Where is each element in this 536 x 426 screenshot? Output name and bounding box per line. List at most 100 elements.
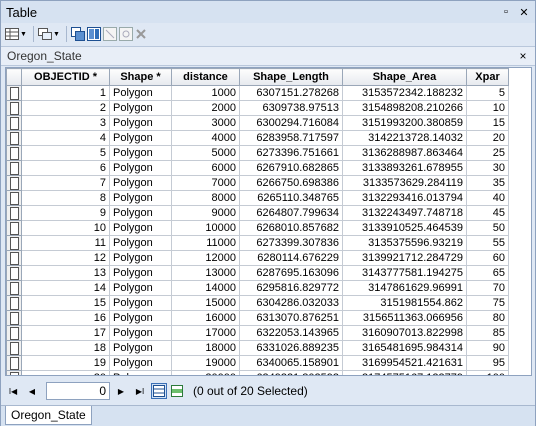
table-cell[interactable]: 3133573629.284119 bbox=[342, 175, 467, 191]
table-cell[interactable]: 6264807.799634 bbox=[239, 205, 343, 221]
table-cell[interactable]: 7000 bbox=[171, 175, 240, 191]
table-row[interactable]: 10 Polygon 10000 6268010.857682 3133910525.4… bbox=[6, 220, 509, 236]
row-selector[interactable] bbox=[6, 250, 22, 266]
table-cell[interactable]: 16000 bbox=[171, 310, 240, 326]
table-row[interactable]: 7 Polygon 7000 6266750.698386 3133573629.284… bbox=[6, 175, 509, 191]
table-cell[interactable]: 6349321.802593 bbox=[239, 370, 343, 375]
row-selector-header[interactable] bbox=[6, 68, 22, 86]
table-cell[interactable]: Polygon bbox=[109, 310, 172, 326]
row-selector[interactable] bbox=[6, 265, 22, 281]
table-cell[interactable]: 9 bbox=[21, 205, 110, 221]
table-cell[interactable]: Polygon bbox=[109, 295, 172, 311]
row-selector[interactable] bbox=[6, 355, 22, 371]
table-cell[interactable]: 3174575167.123779 bbox=[342, 370, 467, 375]
table-cell[interactable]: 3133893261.678955 bbox=[342, 160, 467, 176]
table-cell[interactable]: 35 bbox=[466, 175, 509, 191]
table-row[interactable]: 6 Polygon 6000 6267910.682865 3133893261.678… bbox=[6, 160, 509, 176]
close-tab-icon[interactable]: × bbox=[515, 49, 531, 63]
table-cell[interactable]: 3136288987.863464 bbox=[342, 145, 467, 161]
table-cell[interactable]: Polygon bbox=[109, 160, 172, 176]
table-cell[interactable]: 3151981554.862 bbox=[342, 295, 467, 311]
table-cell[interactable]: 3133910525.464539 bbox=[342, 220, 467, 236]
table-cell[interactable]: 11000 bbox=[171, 235, 240, 251]
table-cell[interactable]: 3147861629.96991 bbox=[342, 280, 467, 296]
table-cell[interactable]: 55 bbox=[466, 235, 509, 251]
delete-selected-icon[interactable] bbox=[135, 26, 147, 42]
table-cell[interactable]: Polygon bbox=[109, 235, 172, 251]
table-cell[interactable]: 40 bbox=[466, 190, 509, 206]
table-cell[interactable]: 3 bbox=[21, 115, 110, 131]
row-selector[interactable] bbox=[6, 205, 22, 221]
table-cell[interactable]: 85 bbox=[466, 325, 509, 341]
table-row[interactable]: 16 Polygon 16000 6313070.876251 3156511363.0… bbox=[6, 310, 509, 326]
show-all-records-icon[interactable] bbox=[151, 383, 167, 399]
table-cell[interactable]: 75 bbox=[466, 295, 509, 311]
table-cell[interactable]: Polygon bbox=[109, 340, 172, 356]
column-header[interactable]: Shape * bbox=[109, 68, 172, 86]
table-cell[interactable]: 2000 bbox=[171, 100, 240, 116]
pin-icon[interactable]: ▫ bbox=[499, 6, 513, 18]
table-cell[interactable]: 20 bbox=[21, 370, 110, 375]
table-cell[interactable]: 3132243497.748718 bbox=[342, 205, 467, 221]
current-record-input[interactable]: 0 bbox=[46, 382, 110, 400]
table-cell[interactable]: 3000 bbox=[171, 115, 240, 131]
table-cell[interactable]: 1 bbox=[21, 85, 110, 101]
table-cell[interactable]: 10000 bbox=[171, 220, 240, 236]
column-header[interactable]: Shape_Area bbox=[342, 68, 467, 86]
table-cell[interactable]: 6273399.307836 bbox=[239, 235, 343, 251]
table-cell[interactable]: 6000 bbox=[171, 160, 240, 176]
table-cell[interactable]: Polygon bbox=[109, 205, 172, 221]
table-cell[interactable]: 4 bbox=[21, 130, 110, 146]
column-header[interactable]: OBJECTID * bbox=[21, 68, 110, 86]
table-cell[interactable]: 8 bbox=[21, 190, 110, 206]
table-cell[interactable]: 3151993200.380859 bbox=[342, 115, 467, 131]
table-cell[interactable]: 65 bbox=[466, 265, 509, 281]
column-header[interactable]: Xpar bbox=[466, 68, 509, 86]
table-cell[interactable]: 95 bbox=[466, 355, 509, 371]
table-cell[interactable]: 6300294.716084 bbox=[239, 115, 343, 131]
table-cell[interactable]: 6307151.278268 bbox=[239, 85, 343, 101]
row-selector[interactable] bbox=[6, 145, 22, 161]
table-cell[interactable]: 6313070.876251 bbox=[239, 310, 343, 326]
table-row[interactable]: 14 Polygon 14000 6295816.829772 3147861629.9… bbox=[6, 280, 509, 296]
clear-selection-icon[interactable] bbox=[102, 26, 117, 42]
table-cell[interactable]: 8000 bbox=[171, 190, 240, 206]
table-row[interactable]: 2 Polygon 2000 6309738.97513 3154898208.2102… bbox=[6, 100, 509, 116]
table-row[interactable]: 19 Polygon 19000 6340065.158901 3169954521.4… bbox=[6, 355, 509, 371]
row-selector[interactable] bbox=[6, 190, 22, 206]
table-cell[interactable]: 30 bbox=[466, 160, 509, 176]
table-cell[interactable]: 50 bbox=[466, 220, 509, 236]
table-cell[interactable]: 3156511363.066956 bbox=[342, 310, 467, 326]
table-row[interactable]: 12 Polygon 12000 6280114.676229 3139921712.2… bbox=[6, 250, 509, 266]
related-tables-icon[interactable]: ▼ bbox=[37, 26, 60, 42]
table-row[interactable]: 5 Polygon 5000 6273396.751661 3136288987.863… bbox=[6, 145, 509, 161]
row-selector[interactable] bbox=[6, 235, 22, 251]
table-cell[interactable]: 6287695.163096 bbox=[239, 265, 343, 281]
table-cell[interactable]: 70 bbox=[466, 280, 509, 296]
previous-record-icon[interactable]: ◀ bbox=[24, 383, 40, 399]
table-cell[interactable]: Polygon bbox=[109, 190, 172, 206]
table-cell[interactable]: 19000 bbox=[171, 355, 240, 371]
table-cell[interactable]: 90 bbox=[466, 340, 509, 356]
table-cell[interactable]: 12000 bbox=[171, 250, 240, 266]
table-cell[interactable]: 12 bbox=[21, 250, 110, 266]
table-cell[interactable]: 100 bbox=[466, 370, 509, 375]
table-cell[interactable]: 3169954521.421631 bbox=[342, 355, 467, 371]
table-cell[interactable]: 15000 bbox=[171, 295, 240, 311]
table-cell[interactable]: 5000 bbox=[171, 145, 240, 161]
row-selector[interactable] bbox=[6, 115, 22, 131]
table-cell[interactable]: 3143777581.194275 bbox=[342, 265, 467, 281]
table-cell[interactable]: Polygon bbox=[109, 130, 172, 146]
close-window-icon[interactable]: ✕ bbox=[517, 6, 531, 19]
table-cell[interactable]: 20 bbox=[466, 130, 509, 146]
row-selector[interactable] bbox=[6, 370, 22, 375]
table-cell[interactable]: 20000 bbox=[171, 370, 240, 375]
row-selector[interactable] bbox=[6, 130, 22, 146]
row-selector[interactable] bbox=[6, 160, 22, 176]
table-cell[interactable]: 16 bbox=[21, 310, 110, 326]
table-cell[interactable]: 2 bbox=[21, 100, 110, 116]
table-cell[interactable]: Polygon bbox=[109, 250, 172, 266]
table-cell[interactable]: 25 bbox=[466, 145, 509, 161]
row-selector[interactable] bbox=[6, 100, 22, 116]
table-cell[interactable]: Polygon bbox=[109, 325, 172, 341]
